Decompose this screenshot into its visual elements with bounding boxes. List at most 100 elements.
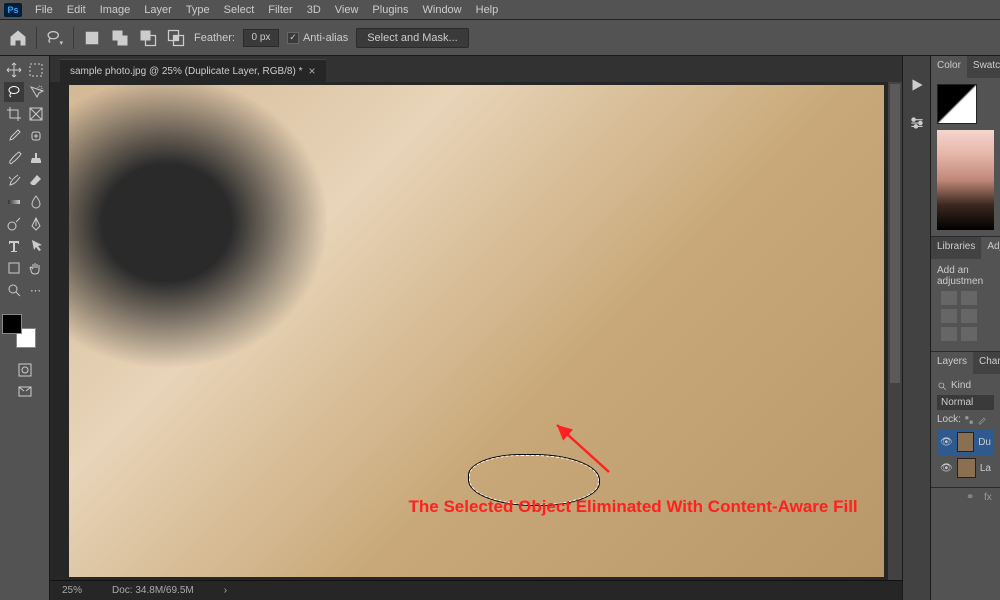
color-swatch[interactable] (937, 84, 977, 124)
foreground-color[interactable] (2, 314, 22, 334)
lasso-tool-icon[interactable]: ▾ (45, 28, 65, 48)
levels-icon[interactable] (961, 291, 977, 305)
layers-panel-tabs: Layers Chann (931, 352, 1000, 374)
dodge-tool-icon[interactable] (4, 214, 24, 234)
search-icon[interactable] (937, 381, 947, 391)
hand-tool-icon[interactable] (26, 258, 46, 278)
layers-footer: ⚭ fx (931, 487, 1000, 508)
annotation-text: The Selected Object Eliminated With Cont… (409, 497, 858, 517)
visibility-icon[interactable]: 👁 (940, 437, 953, 448)
canvas-area: sample photo.jpg @ 25% (Duplicate Layer,… (50, 56, 902, 600)
fx-icon[interactable]: fx (984, 492, 996, 504)
tab-color[interactable]: Color (931, 56, 967, 78)
menu-view[interactable]: View (328, 4, 366, 16)
close-icon[interactable]: × (309, 64, 316, 78)
home-icon[interactable] (8, 28, 28, 48)
move-tool-icon[interactable] (4, 60, 24, 80)
selection-intersect-icon[interactable] (166, 28, 186, 48)
quick-select-tool-icon[interactable] (26, 82, 46, 102)
adjustments-icon[interactable] (908, 114, 926, 132)
checkbox-icon: ✓ (287, 32, 299, 44)
healing-tool-icon[interactable] (26, 126, 46, 146)
menu-filter[interactable]: Filter (261, 4, 299, 16)
zoom-tool-icon[interactable] (4, 280, 24, 300)
adjustments-panel-body: Add an adjustmen (931, 259, 1000, 351)
screenmode-icon[interactable] (15, 382, 35, 402)
blur-tool-icon[interactable] (26, 192, 46, 212)
menu-plugins[interactable]: Plugins (365, 4, 415, 16)
play-icon[interactable] (908, 76, 926, 94)
canvas[interactable]: The Selected Object Eliminated With Cont… (50, 82, 902, 580)
marquee-tool-icon[interactable] (26, 60, 46, 80)
menu-help[interactable]: Help (469, 4, 506, 16)
blend-mode-select[interactable]: Normal (937, 395, 994, 410)
exposure-icon[interactable] (961, 309, 977, 323)
document-tabs: sample photo.jpg @ 25% (Duplicate Layer,… (50, 56, 902, 82)
shape-tool-icon[interactable] (4, 258, 24, 278)
tab-swatches[interactable]: Swatche (967, 56, 1000, 78)
tab-layers[interactable]: Layers (931, 352, 973, 374)
document-tab[interactable]: sample photo.jpg @ 25% (Duplicate Layer,… (60, 59, 326, 82)
eyedropper-tool-icon[interactable] (4, 126, 24, 146)
curves-icon[interactable] (941, 309, 957, 323)
menu-select[interactable]: Select (217, 4, 262, 16)
document-image: The Selected Object Eliminated With Cont… (69, 85, 884, 577)
zoom-level[interactable]: 25% (62, 585, 82, 596)
color-picker[interactable] (2, 314, 32, 344)
layer-row[interactable]: 👁 La (937, 455, 994, 481)
menu-image[interactable]: Image (93, 4, 138, 16)
clone-stamp-tool-icon[interactable] (26, 148, 46, 168)
tab-channels[interactable]: Chann (973, 352, 1000, 374)
anti-alias-checkbox[interactable]: ✓ Anti-alias (287, 32, 348, 44)
feather-input[interactable] (243, 29, 279, 47)
tab-libraries[interactable]: Libraries (931, 237, 981, 259)
lock-transparent-icon[interactable] (964, 415, 974, 425)
right-panels: Color Swatche Libraries Adju Add an adju… (930, 56, 1000, 600)
selection-new-icon[interactable] (82, 28, 102, 48)
crop-tool-icon[interactable] (4, 104, 24, 124)
layer-name[interactable]: Du (978, 437, 991, 448)
frame-tool-icon[interactable] (26, 104, 46, 124)
menu-layer[interactable]: Layer (137, 4, 179, 16)
eraser-tool-icon[interactable] (26, 170, 46, 190)
menu-file[interactable]: File (28, 4, 60, 16)
toolbox: ⋯ (0, 56, 50, 600)
layer-thumbnail (957, 432, 975, 452)
color-gradient[interactable] (937, 130, 994, 230)
layer-name[interactable]: La (980, 463, 991, 474)
gradient-tool-icon[interactable] (4, 192, 24, 212)
menu-type[interactable]: Type (179, 4, 217, 16)
arrow-annotation-icon (549, 417, 619, 477)
menu-bar: Ps File Edit Image Layer Type Select Fil… (0, 0, 1000, 20)
layer-row[interactable]: 👁 Du (937, 429, 994, 455)
scrollbar-thumb[interactable] (890, 84, 900, 383)
brush-tool-icon[interactable] (4, 148, 24, 168)
visibility-icon[interactable]: 👁 (940, 463, 953, 474)
quickmask-icon[interactable] (15, 360, 35, 380)
chevron-right-icon[interactable]: › (224, 585, 227, 596)
selection-subtract-icon[interactable] (138, 28, 158, 48)
kind-label: Kind (951, 380, 971, 391)
menu-edit[interactable]: Edit (60, 4, 93, 16)
selection-add-icon[interactable] (110, 28, 130, 48)
path-select-tool-icon[interactable] (26, 236, 46, 256)
pen-tool-icon[interactable] (26, 214, 46, 234)
type-tool-icon[interactable] (4, 236, 24, 256)
edit-toolbar-icon[interactable]: ⋯ (26, 280, 46, 300)
layers-panel-body: Kind Normal Lock: 👁 Du 👁 La (931, 374, 1000, 487)
select-and-mask-button[interactable]: Select and Mask... (356, 28, 469, 48)
hue-icon[interactable] (961, 327, 977, 341)
tab-adjustments[interactable]: Adju (981, 237, 1000, 259)
menu-window[interactable]: Window (416, 4, 469, 16)
lock-brush-icon[interactable] (977, 415, 987, 425)
history-brush-tool-icon[interactable] (4, 170, 24, 190)
brightness-icon[interactable] (941, 291, 957, 305)
app-logo: Ps (4, 3, 22, 17)
link-icon[interactable]: ⚭ (966, 492, 978, 504)
lasso-tool-icon[interactable] (4, 82, 24, 102)
vibrance-icon[interactable] (941, 327, 957, 341)
divider (73, 27, 74, 49)
menu-3d[interactable]: 3D (300, 4, 328, 16)
vertical-scrollbar[interactable] (888, 82, 902, 580)
tab-title: sample photo.jpg @ 25% (Duplicate Layer,… (70, 66, 303, 77)
